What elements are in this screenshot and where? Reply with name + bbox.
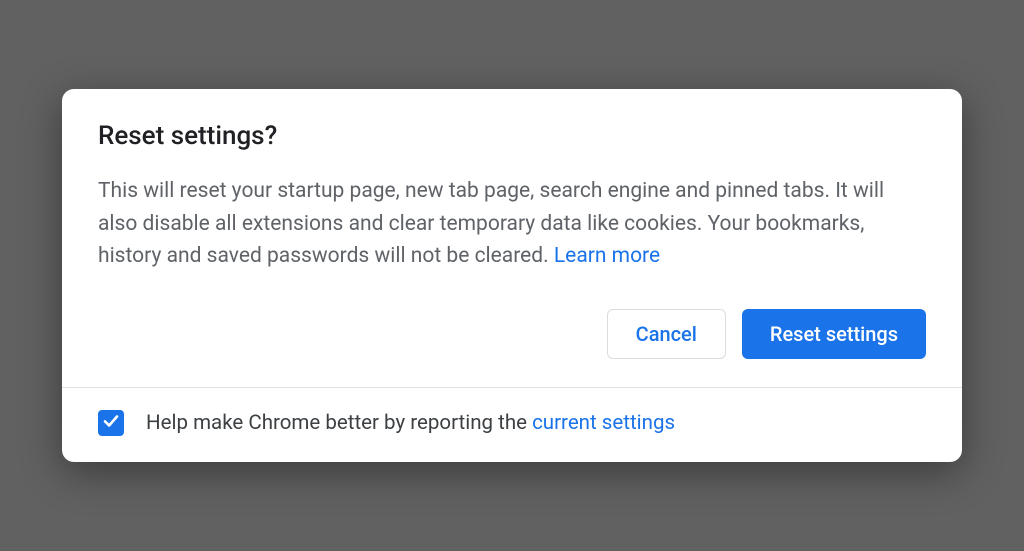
dialog-body: This will reset your startup page, new t… [98, 175, 926, 273]
cancel-button[interactable]: Cancel [607, 309, 726, 359]
checkmark-icon [102, 412, 120, 434]
dialog-body-text: This will reset your startup page, new t… [98, 179, 884, 268]
dialog-actions: Cancel Reset settings [98, 309, 926, 359]
dialog-content: Reset settings? This will reset your sta… [62, 89, 962, 387]
reset-settings-dialog: Reset settings? This will reset your sta… [62, 89, 962, 462]
dialog-footer: Help make Chrome better by reporting the… [62, 387, 962, 462]
reset-settings-button[interactable]: Reset settings [742, 309, 926, 359]
footer-text-prefix: Help make Chrome better by reporting the [146, 411, 532, 435]
current-settings-link[interactable]: current settings [532, 411, 675, 435]
dialog-title: Reset settings? [98, 121, 926, 151]
footer-text: Help make Chrome better by reporting the… [146, 411, 675, 435]
report-settings-checkbox[interactable] [98, 410, 124, 436]
learn-more-link[interactable]: Learn more [554, 244, 660, 268]
